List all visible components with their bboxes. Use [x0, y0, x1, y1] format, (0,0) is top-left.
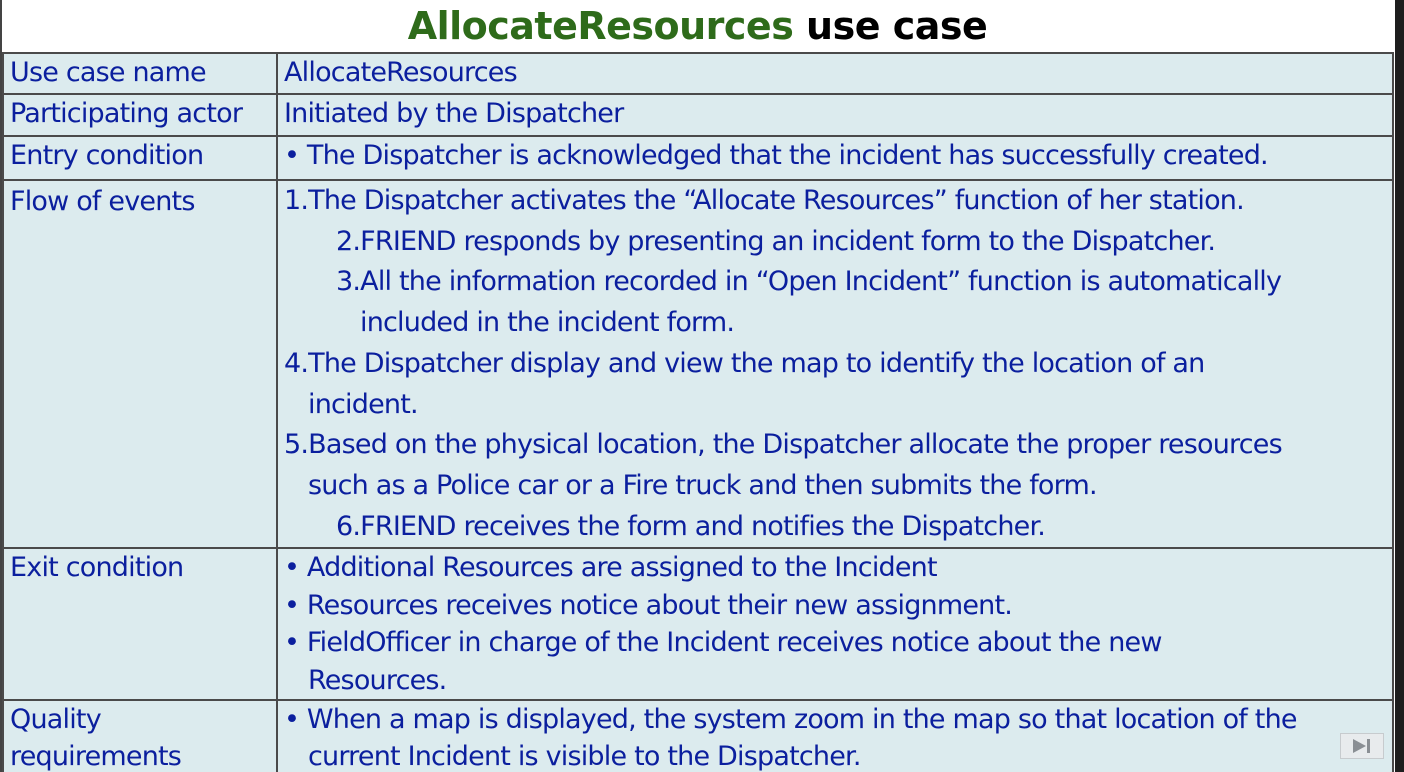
- label-entry-condition: Entry condition: [2, 135, 278, 181]
- value-quality-requirements: • When a map is displayed, the system zo…: [276, 699, 1394, 772]
- quality-label-line-1: Quality: [10, 704, 102, 736]
- value-flow-of-events: 1.The Dispatcher activates the “Allocate…: [276, 178, 1394, 550]
- row-exit-condition: Exit condition • Additional Resources ar…: [2, 547, 1394, 702]
- value-entry-condition: • The Dispatcher is acknowledged that th…: [276, 135, 1394, 181]
- exit-item-1: • Additional Resources are assigned to t…: [284, 552, 938, 584]
- flow-step-6: 6.FRIEND receives the form and notifies …: [336, 510, 1046, 542]
- row-use-case-name: Use case name AllocateResources: [2, 52, 1394, 95]
- slide-title: AllocateResources use case: [0, 0, 1395, 52]
- quality-item-1-cont: current Incident is visible to the Dispa…: [308, 741, 861, 772]
- flow-step-5: 5.Based on the physical location, the Di…: [284, 429, 1283, 461]
- quality-label-line-2: requirements: [10, 741, 182, 772]
- flow-step-4: 4.The Dispatcher display and view the ma…: [284, 347, 1205, 379]
- flow-step-5-cont: such as a Police car or a Fire truck and…: [308, 469, 1098, 501]
- slide: AllocateResources use case Use case name…: [0, 0, 1404, 772]
- right-edge-bar: [1395, 0, 1404, 772]
- title-rest: use case: [793, 4, 988, 48]
- row-participating-actor: Participating actor Initiated by the Dis…: [2, 93, 1394, 137]
- row-quality-requirements: Quality requirements • When a map is dis…: [2, 699, 1394, 772]
- value-participating-actor: Initiated by the Dispatcher: [276, 93, 1394, 137]
- use-case-table: Use case name AllocateResources Particip…: [2, 52, 1394, 772]
- flow-step-3-cont: included in the incident form.: [360, 307, 735, 339]
- label-exit-condition: Exit condition: [2, 547, 278, 702]
- label-flow-of-events: Flow of events: [2, 178, 278, 550]
- label-participating-actor: Participating actor: [2, 93, 278, 137]
- value-exit-condition: • Additional Resources are assigned to t…: [276, 547, 1394, 702]
- label-use-case-name: Use case name: [2, 52, 278, 95]
- flow-step-2: 2.FRIEND responds by presenting an incid…: [336, 225, 1216, 257]
- title-highlight: AllocateResources: [407, 4, 794, 48]
- play-next-icon: [1353, 739, 1370, 753]
- flow-step-1: 1.The Dispatcher activates the “Allocate…: [284, 185, 1245, 216]
- next-slide-button[interactable]: [1340, 733, 1384, 759]
- row-entry-condition: Entry condition • The Dispatcher is ackn…: [2, 135, 1394, 181]
- row-flow-of-events: Flow of events 1.The Dispatcher activate…: [2, 178, 1394, 550]
- exit-item-2: • Resources receives notice about their …: [284, 589, 1013, 621]
- value-use-case-name: AllocateResources: [276, 52, 1394, 95]
- flow-step-3: 3.All the information recorded in “Open …: [336, 266, 1282, 298]
- label-quality-requirements: Quality requirements: [2, 699, 278, 772]
- exit-item-3: • FieldOfficer in charge of the Incident…: [284, 627, 1162, 659]
- flow-step-4-cont: incident.: [308, 388, 419, 420]
- quality-item-1: • When a map is displayed, the system zo…: [284, 704, 1298, 736]
- entry-condition-text: • The Dispatcher is acknowledged that th…: [284, 140, 1269, 171]
- exit-item-3-cont: Resources.: [308, 664, 447, 696]
